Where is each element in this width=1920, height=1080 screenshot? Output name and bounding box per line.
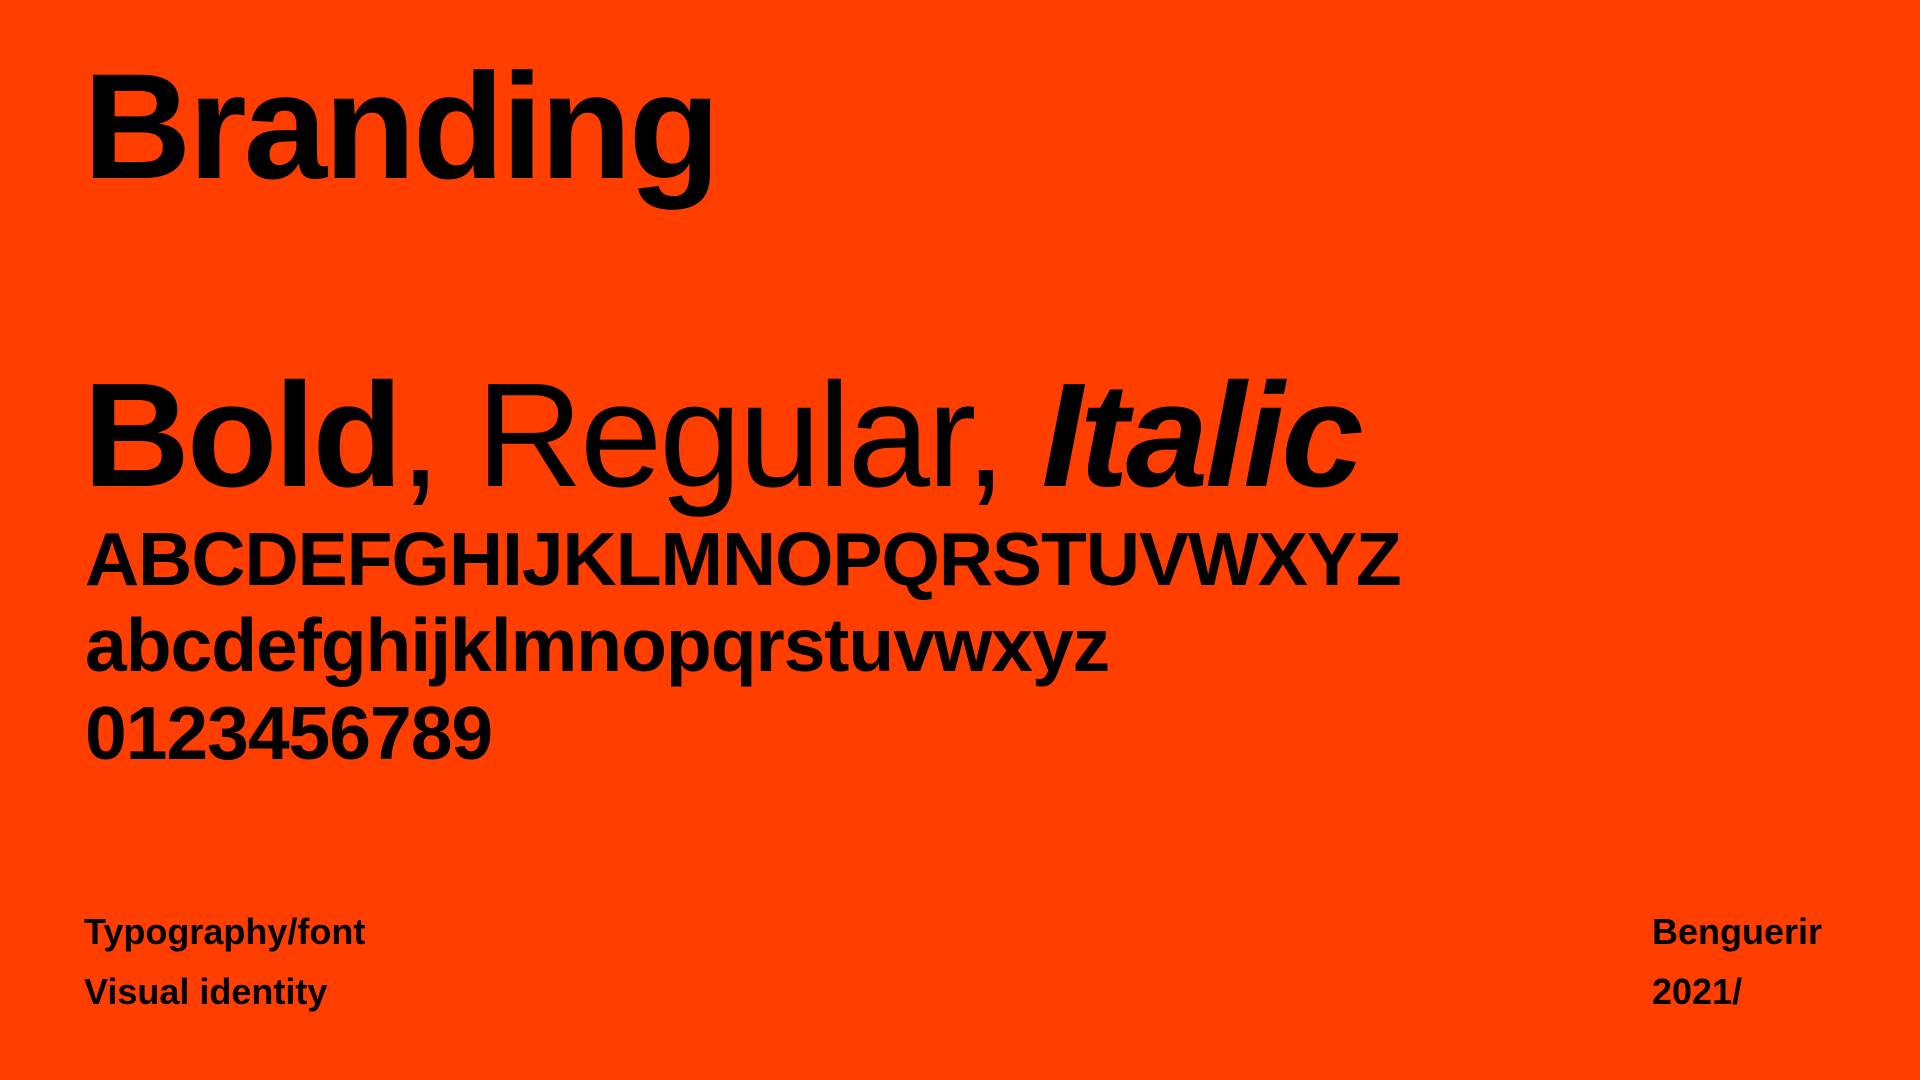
subcategory-label: Visual identity xyxy=(84,971,328,1012)
category-label: Typography/font xyxy=(84,911,366,952)
lowercase-alphabet: abcdefghijklmnopqrstuvwxyz xyxy=(85,603,1110,687)
font-styles-specimen: Bold, Regular, Italic xyxy=(83,353,1364,518)
italic-style-label: Italic xyxy=(1041,353,1363,518)
bold-style-label: Bold xyxy=(83,353,403,518)
location-label: Benguerir xyxy=(1652,911,1823,952)
regular-style-label: Regular, xyxy=(476,353,1042,518)
year-label: 2021/ xyxy=(1652,971,1743,1012)
slide: { "colors": { "background": "#ff3e00", "… xyxy=(0,0,1920,1080)
uppercase-alphabet: ABCDEFGHIJKLMNOPQRSTUVWXYZ xyxy=(85,517,1402,601)
style-separator: , xyxy=(399,353,477,518)
digits-row: 0123456789 xyxy=(85,691,493,775)
page-title: Branding xyxy=(83,42,720,210)
